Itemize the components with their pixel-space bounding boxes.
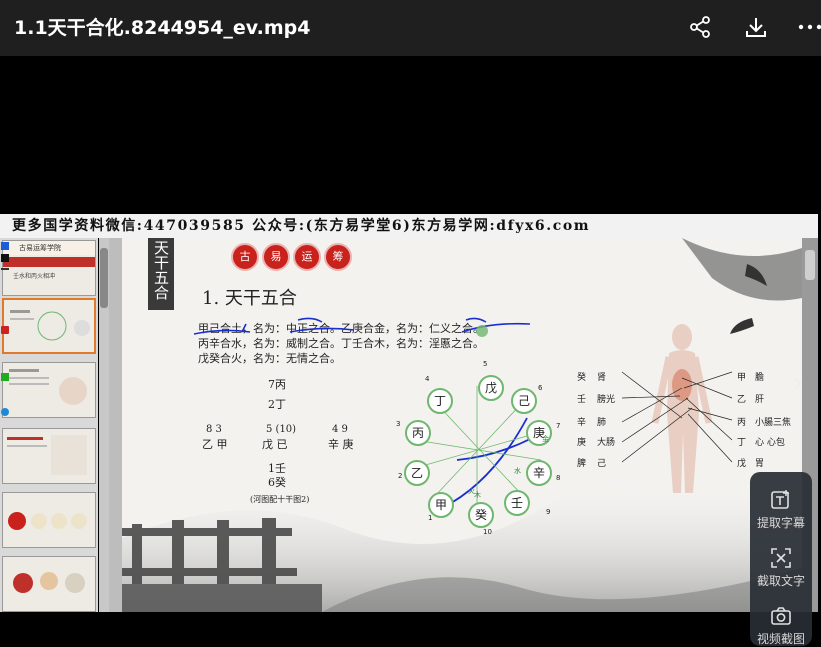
text-line-3: 戊癸合火，名为：无情之合。 — [198, 352, 341, 365]
wheel-number: 5 — [483, 360, 488, 368]
vertical-title-box: 天干五合 — [148, 238, 174, 310]
text-capture-icon — [771, 548, 791, 568]
organ-right-label: 甲 — [737, 373, 747, 383]
wheel-number: 2 — [398, 472, 403, 480]
hetu-bottom-2: 6癸 — [268, 476, 286, 489]
pen-icon[interactable] — [1, 268, 9, 270]
organ-right-label: 丁 — [737, 438, 747, 448]
more-icon[interactable] — [793, 10, 821, 44]
wheel-stem: 丙 — [405, 420, 431, 446]
text-line-1: 甲己合土，名为：中正之合。乙庚合金，名为：仁义之合。 — [198, 322, 484, 335]
hetu-center-nums: 5 (10) — [266, 424, 297, 435]
wheel-number: 3 — [396, 420, 401, 428]
wheel-stem: 丁 — [427, 388, 453, 414]
watermark-banner: 更多国学资料微信:447039585 公众号:(东方易学堂6)东方易学网:dfy… — [0, 214, 818, 238]
hetu-left-stems: 乙 甲 — [202, 438, 228, 451]
hetu-top-2: 2丁 — [268, 398, 286, 411]
tool-strip — [0, 238, 12, 438]
tool-panel: 提取字幕 截取文字 视频截图 — [750, 472, 812, 646]
wheel-stem: 癸 — [468, 502, 494, 528]
chip-chou: 筹 — [324, 243, 352, 271]
tool-green-icon[interactable] — [1, 373, 9, 381]
next-chevron-icon[interactable]: › — [793, 368, 803, 398]
camera-icon — [771, 607, 791, 625]
wheel-stem: 戊 — [478, 375, 504, 401]
video-screenshot-label: 视频截图 — [756, 632, 805, 646]
organ-right-label: 胃 — [755, 459, 765, 469]
video-screenshot-button[interactable]: 视频截图 — [750, 604, 812, 647]
color-blue-icon[interactable] — [1, 242, 9, 250]
capture-text-label: 截取文字 — [756, 574, 805, 588]
chip-yun: 运 — [293, 243, 321, 271]
extract-subtitle-button[interactable]: 提取字幕 — [750, 488, 812, 531]
organ-right-label: 小腸三焦 — [755, 418, 792, 428]
wheel-number: 1 — [428, 514, 433, 522]
wheel-stem: 己 — [511, 388, 537, 414]
wheel-number: 6 — [538, 384, 543, 392]
organ-right-label: 乙 — [737, 395, 747, 405]
wheel-stem: 乙 — [404, 460, 430, 486]
eraser-icon[interactable] — [1, 326, 9, 334]
slide-margin — [109, 238, 122, 612]
wheel-number: 10 — [483, 528, 492, 536]
wheel-arrow-label: 金 — [542, 435, 549, 443]
wheel-stem: 壬 — [504, 490, 530, 516]
wheel-number: 9 — [546, 508, 551, 516]
organ-left-label: 庚 — [577, 438, 587, 448]
thumbnail-2[interactable] — [2, 298, 96, 354]
vertical-title: 天干五合 — [152, 240, 170, 300]
organ-left-label: 膀光 — [597, 395, 616, 405]
hetu-caption: (河图配十干图2) — [250, 495, 310, 504]
hetu-top-1: 7丙 — [268, 378, 286, 391]
slide-thumbnails: 古易运筹学院 壬水和丙火相冲 — [0, 238, 98, 612]
thumbnail-caption: 壬水和丙火相冲 — [13, 273, 56, 280]
wheel-arrow-label: 水 — [514, 467, 521, 475]
organ-right-label: 肝 — [755, 395, 765, 405]
thumbnail-5[interactable] — [2, 492, 96, 548]
organ-left-label: 脾 — [577, 459, 587, 469]
top-bar: 1.1天干合化.8244954_ev.mp4 — [0, 0, 821, 56]
organ-right-label: 心 心包 — [755, 438, 785, 448]
wheel-number: 8 — [556, 474, 561, 482]
text-extract-icon — [771, 490, 789, 509]
organ-left-label: 大肠 — [597, 438, 616, 448]
thumbnail-3[interactable] — [2, 362, 96, 418]
thumbnail-6[interactable] — [2, 556, 96, 612]
organ-right-label: 戊 — [737, 459, 747, 469]
chip-gu: 古 — [231, 243, 259, 271]
extract-subtitle-label: 提取字幕 — [756, 516, 805, 530]
wheel-number: 7 — [556, 422, 561, 430]
chip-yi: 易 — [262, 243, 290, 271]
capture-text-button[interactable]: 截取文字 — [750, 546, 812, 589]
slide-heading: 1. 天干五合 — [202, 288, 297, 309]
wheel-stem: 辛 — [526, 460, 552, 486]
organ-right-label: 膽 — [755, 373, 765, 383]
thumbnail-4[interactable] — [2, 428, 96, 484]
organ-left-label: 辛 — [577, 418, 587, 428]
hetu-center-stems: 戊 已 — [262, 438, 288, 451]
organ-left-label: 己 — [597, 459, 607, 469]
organ-left-label: 癸 — [577, 373, 587, 383]
wheel-number: 4 — [425, 375, 430, 383]
hetu-right-stems: 辛 庚 — [328, 438, 354, 451]
download-icon[interactable] — [739, 10, 773, 44]
text-line-2: 丙辛合水，名为：威制之合。丁壬合木，名为：淫慝之合。 — [198, 337, 484, 350]
thumbnail-1[interactable]: 古易运筹学院 壬水和丙火相冲 — [2, 240, 96, 296]
hetu-left-nums: 8 3 — [206, 424, 222, 435]
organ-left-label: 壬 — [577, 395, 587, 405]
slide-canvas: 天干五合 古 易 运 筹 1. 天干五合 甲己合土，名为：中正之合。乙庚合金，名… — [122, 238, 802, 612]
organ-right-label: 丙 — [737, 418, 747, 428]
wheel-arrow-label: 木 — [474, 491, 481, 499]
tool-globe-icon[interactable] — [1, 408, 9, 416]
wheel-arrow-label: 火 — [468, 487, 475, 495]
color-black-icon[interactable] — [1, 254, 9, 262]
thumbnail-scrollbar[interactable] — [99, 238, 109, 612]
share-icon[interactable] — [683, 10, 717, 44]
thumbnail-title: 古易运筹学院 — [19, 244, 61, 252]
hetu-right-nums: 4 9 — [332, 424, 348, 435]
video-title: 1.1天干合化.8244954_ev.mp4 — [14, 17, 311, 39]
organ-left-label: 肾 — [597, 373, 607, 383]
organ-left-label: 肺 — [597, 418, 607, 428]
